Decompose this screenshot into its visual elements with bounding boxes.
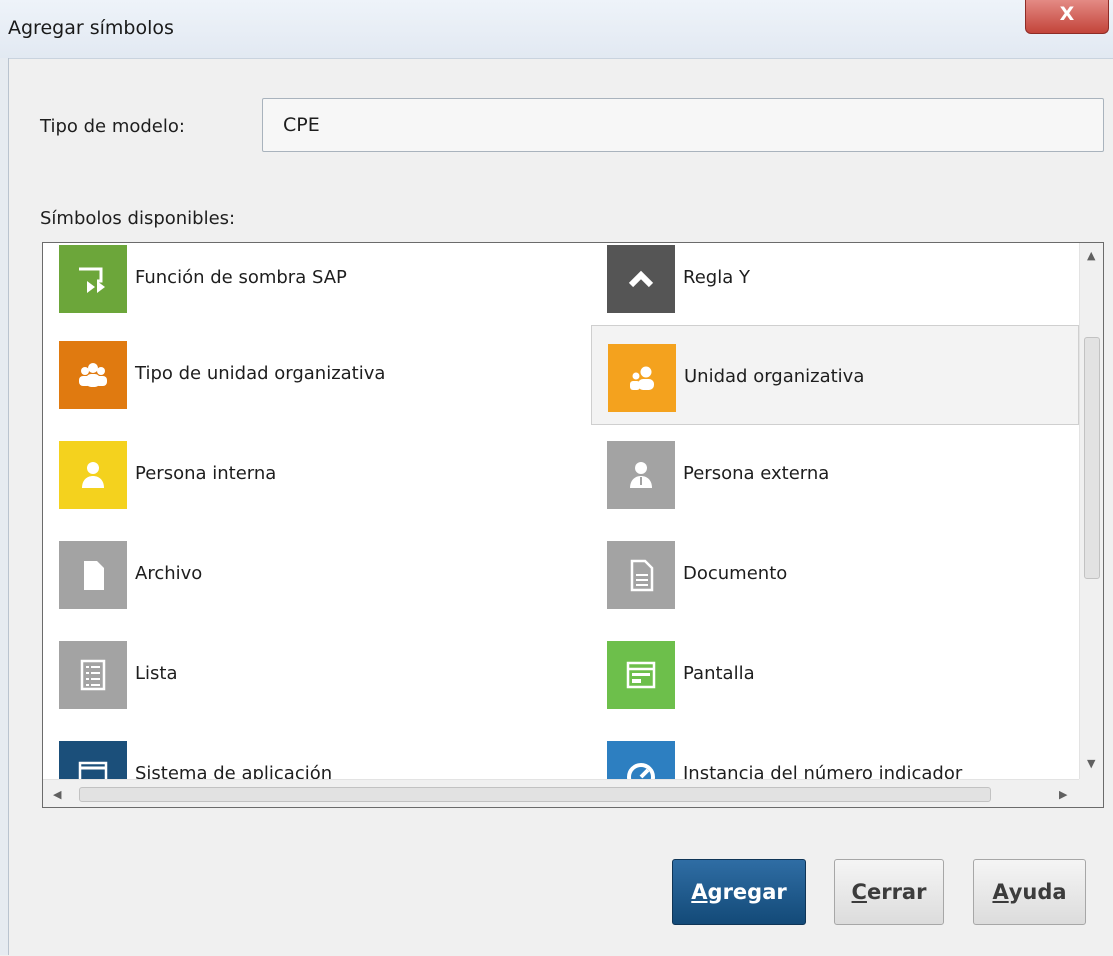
shadow-function-icon: [59, 245, 127, 313]
symbol-item-label: Persona externa: [683, 463, 830, 484]
vertical-scroll-thumb[interactable]: [1084, 337, 1100, 579]
symbol-item[interactable]: Persona interna: [43, 439, 583, 535]
indicator-instance-icon: [607, 741, 675, 779]
help-label: yuda: [1008, 880, 1067, 904]
close-icon: X: [1059, 3, 1075, 25]
document-icon: [607, 541, 675, 609]
help-mnemonic: A: [992, 880, 1009, 904]
symbol-item-label: Documento: [683, 563, 788, 584]
available-symbols-label: Símbolos disponibles:: [40, 208, 236, 229]
close-button[interactable]: Cerrar: [834, 859, 944, 925]
symbol-item-label: Regla Y: [683, 267, 750, 288]
symbol-item[interactable]: Pantalla: [591, 639, 1079, 735]
symbol-item-label: Archivo: [135, 563, 203, 584]
symbol-item-label: Pantalla: [683, 663, 755, 684]
add-label: gregar: [707, 880, 787, 904]
file-icon: [59, 541, 127, 609]
list-icon: [59, 641, 127, 709]
title-bar: Agregar símbolos X: [0, 0, 1113, 58]
add-button[interactable]: Agregar: [672, 859, 806, 925]
scroll-down-icon[interactable]: ▼: [1087, 757, 1095, 770]
scroll-right-icon[interactable]: ▶: [1059, 788, 1067, 801]
scroll-left-icon[interactable]: ◀: [53, 788, 61, 801]
scroll-up-icon[interactable]: ▲: [1087, 249, 1095, 262]
window-title: Agregar símbolos: [8, 17, 174, 39]
symbol-item[interactable]: Persona externa: [591, 439, 1079, 535]
symbol-item-label: Función de sombra SAP: [135, 267, 347, 288]
symbol-item-label: Instancia del número indicador: [683, 763, 963, 779]
symbol-item[interactable]: Tipo de unidad organizativa: [43, 339, 583, 435]
model-type-label: Tipo de modelo:: [40, 116, 185, 137]
symbol-item[interactable]: Sistema de aplicación: [43, 739, 583, 779]
application-system-icon: [59, 741, 127, 779]
symbol-item-label: Lista: [135, 663, 178, 684]
window-left-edge: [0, 58, 9, 955]
external-person-icon: [607, 441, 675, 509]
symbol-item[interactable]: Lista: [43, 639, 583, 735]
screen-icon: [607, 641, 675, 709]
and-rule-icon: [607, 245, 675, 313]
help-button[interactable]: Ayuda: [973, 859, 1086, 925]
symbol-item[interactable]: Documento: [591, 539, 1079, 635]
horizontal-scrollbar[interactable]: ◀ ▶: [43, 779, 1079, 807]
org-unit-icon: [608, 344, 676, 412]
symbol-item-label: Tipo de unidad organizativa: [135, 363, 386, 384]
symbol-item-label: Sistema de aplicación: [135, 763, 333, 779]
vertical-scrollbar[interactable]: ▲ ▼: [1079, 243, 1103, 779]
close-label: errar: [866, 880, 927, 904]
symbols-listbox[interactable]: Función de sombra SAP Regla Y Tipo de unid…: [42, 242, 1104, 808]
symbol-item-label: Unidad organizativa: [684, 366, 865, 387]
symbols-viewport: Función de sombra SAP Regla Y Tipo de unid…: [43, 243, 1079, 779]
symbol-item[interactable]: Función de sombra SAP: [43, 243, 583, 339]
internal-person-icon: [59, 441, 127, 509]
symbol-item[interactable]: Unidad organizativa: [591, 325, 1079, 425]
model-type-field: CPE: [262, 98, 1104, 152]
org-unit-type-icon: [59, 341, 127, 409]
scrollbar-corner: [1079, 779, 1103, 807]
horizontal-scroll-thumb[interactable]: [79, 787, 991, 802]
symbol-item-label: Persona interna: [135, 463, 277, 484]
symbol-item[interactable]: Instancia del número indicador: [591, 739, 1079, 779]
add-mnemonic: A: [691, 880, 708, 904]
window-close-button[interactable]: X: [1025, 0, 1109, 34]
close-mnemonic: C: [851, 880, 867, 904]
symbol-item[interactable]: Archivo: [43, 539, 583, 635]
